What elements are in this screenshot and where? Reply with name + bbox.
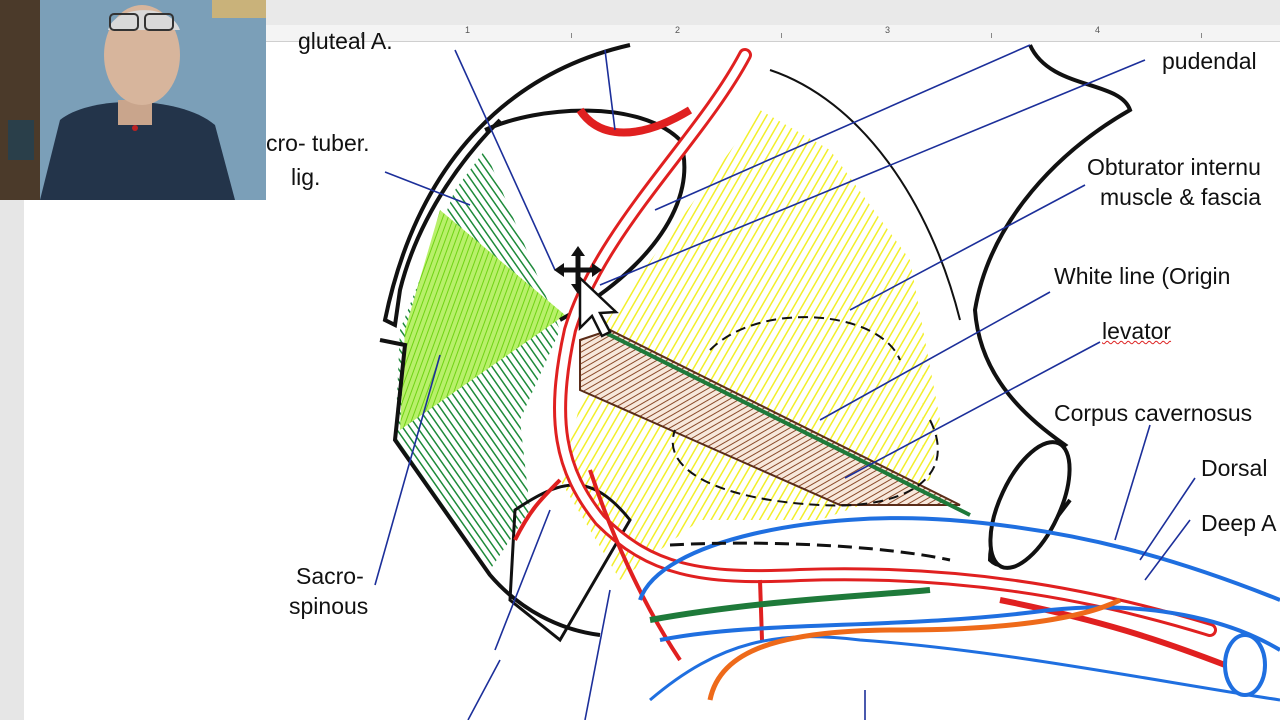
dorsal-vein — [638, 516, 1280, 602]
label-sacrotuberous-line2: lig. — [291, 164, 321, 190]
label-sacrospinous-line1: Sacro- — [296, 563, 364, 589]
label-gluteal-artery: gluteal A. — [298, 28, 393, 54]
label-obturator-line1: Obturator internu — [1087, 154, 1261, 180]
label-deep-artery: Deep A — [1201, 510, 1277, 536]
label-sacrotuberous-line1: cro- tuber. — [266, 130, 370, 156]
label-sacrospinous-line2: spinous — [289, 593, 369, 619]
presenter-webcam-overlay — [0, 0, 266, 200]
label-white-line: White line (Origin — [1054, 263, 1231, 289]
label-levator: levator — [1102, 318, 1172, 344]
label-obturator-line2: muscle & fascia — [1100, 184, 1262, 210]
label-pudendal: pudendal — [1162, 48, 1257, 74]
label-corpus-cavernosus: Corpus cavernosus — [1054, 400, 1253, 426]
label-dorsal: Dorsal — [1201, 455, 1268, 481]
